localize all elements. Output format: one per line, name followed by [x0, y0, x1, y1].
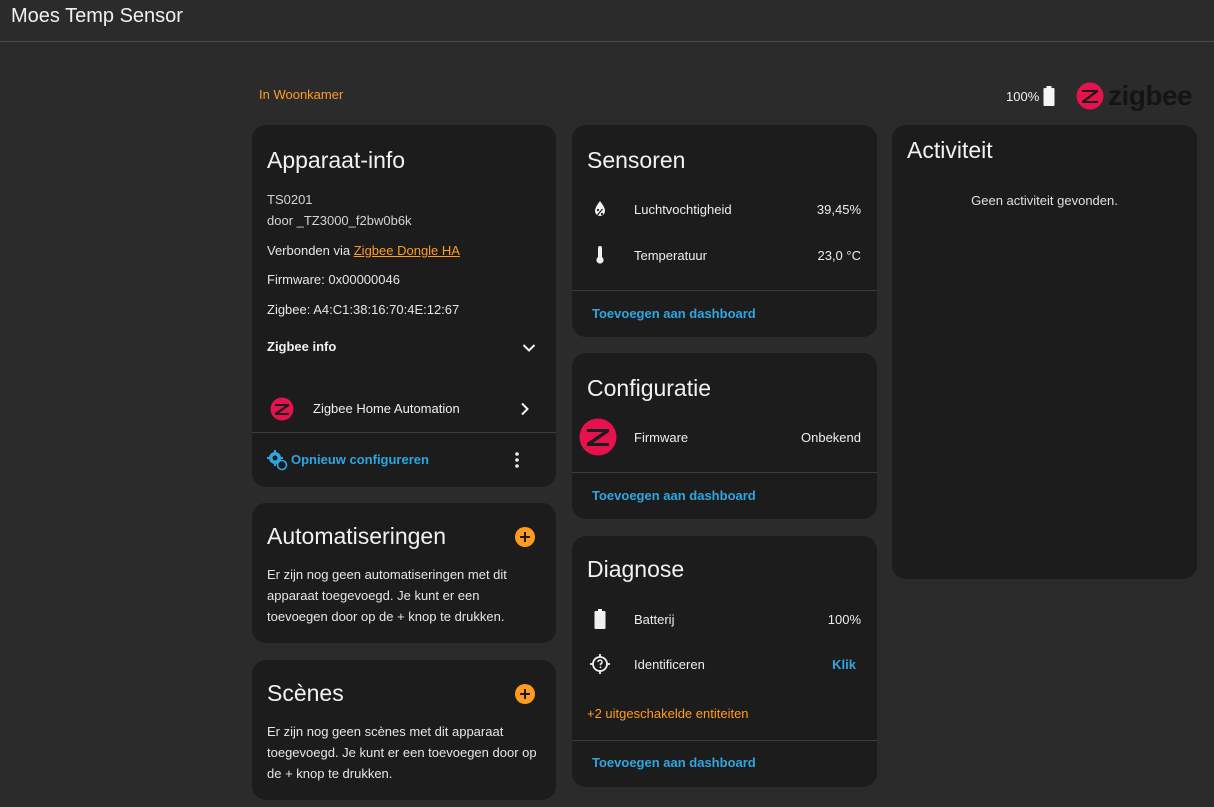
zigbee-logo-text: zigbee — [1108, 80, 1193, 111]
entity-name: Firmware — [634, 429, 689, 445]
activity-card: Activiteit Geen activiteit gevonden. — [892, 125, 1197, 579]
disabled-entities-link[interactable]: +2 uitgeschakelde entiteiten — [587, 706, 749, 721]
scenes-card: Scènes Er zijn nog geen scènes met dit a… — [252, 660, 556, 800]
entity-row-battery[interactable]: Batterij 100% — [572, 599, 877, 639]
divider — [572, 472, 877, 473]
chevron-down-icon — [522, 344, 536, 352]
connected-via-link[interactable]: Zigbee Dongle HA — [354, 243, 460, 258]
entity-row-firmware[interactable]: Firmware Onbekend — [572, 417, 877, 457]
zigbee-info-label: Zigbee info — [267, 339, 337, 354]
divider — [572, 290, 877, 291]
zigbee-icon — [270, 397, 294, 421]
zigbee-logo-icon — [1076, 82, 1104, 110]
automations-empty-text: Er zijn nog geen automatiseringen met di… — [267, 567, 507, 624]
configuration-card: Configuratie Firmware Onbekend Toevoegen… — [572, 353, 877, 519]
thermometer-icon — [596, 246, 604, 264]
add-to-dashboard-link[interactable]: Toevoegen aan dashboard — [592, 488, 756, 503]
connected-via: Verbonden via Zigbee Dongle HA — [267, 243, 460, 258]
crosshairs-question-icon — [590, 654, 610, 674]
entity-row-identify: Identificeren Klik — [572, 644, 877, 684]
entity-value: Onbekend — [801, 429, 861, 445]
entity-name: Temperatuur — [634, 247, 707, 263]
reconfigure-label: Opnieuw configureren — [291, 452, 429, 467]
top-app-bar: Moes Temp Sensor — [0, 0, 1214, 42]
battery-icon — [1043, 86, 1055, 106]
device-info-card: Apparaat-info TS0201 door _TZ3000_f2bw0b… — [252, 125, 556, 487]
divider — [572, 740, 877, 741]
water-percent-icon — [595, 201, 605, 216]
entity-row-temperature[interactable]: Temperatuur 23,0 °C — [572, 235, 877, 275]
firmware-text: Firmware: 0x00000046 — [267, 272, 400, 287]
entity-name: Identificeren — [634, 656, 705, 672]
sensors-card: Sensoren Luchtvochtigheid 39,45% Tempera… — [572, 125, 877, 337]
entity-value: 39,45% — [816, 201, 861, 217]
scenes-title: Scènes — [267, 680, 344, 706]
automations-title: Automatiseringen — [267, 523, 446, 549]
connected-via-prefix: Verbonden via — [267, 243, 354, 258]
page-title: Moes Temp Sensor — [11, 5, 183, 27]
zigbee-info-expander[interactable]: Zigbee info — [252, 333, 556, 363]
activity-title: Activiteit — [907, 137, 993, 163]
entity-name: Luchtvochtigheid — [634, 201, 732, 217]
device-model: TS0201 — [267, 192, 313, 207]
divider — [252, 432, 556, 433]
entity-value: 100% — [827, 611, 861, 627]
device-info-title: Apparaat-info — [267, 147, 406, 173]
configuration-title: Configuratie — [587, 375, 712, 401]
zigbee-address: Zigbee: A4:C1:38:16:70:4E:12:67 — [267, 302, 460, 317]
battery-icon — [594, 609, 606, 629]
automations-card: Automatiseringen Er zijn nog geen automa… — [252, 503, 556, 643]
entity-value: 23,0 °C — [817, 247, 861, 263]
sensors-title: Sensoren — [587, 147, 686, 173]
diagnostics-card: Diagnose Batterij 100% Identificeren Kli… — [572, 536, 877, 787]
identify-button[interactable]: Klik — [832, 657, 856, 672]
more-vertical-icon[interactable] — [514, 451, 520, 469]
integration-row[interactable]: Zigbee Home Automation — [252, 393, 556, 425]
add-to-dashboard-link[interactable]: Toevoegen aan dashboard — [592, 755, 756, 770]
device-manufacturer: door _TZ3000_f2bw0b6k — [267, 213, 412, 228]
add-scene-button[interactable] — [515, 684, 535, 704]
scenes-empty-text: Er zijn nog geen scènes met dit apparaat… — [267, 724, 537, 781]
entity-row-humidity[interactable]: Luchtvochtigheid 39,45% — [572, 189, 877, 229]
chevron-right-icon — [521, 402, 529, 416]
zigbee-icon — [579, 418, 617, 456]
cog-refresh-icon — [267, 450, 288, 471]
reconfigure-button[interactable]: Opnieuw configureren — [264, 447, 464, 473]
add-to-dashboard-link[interactable]: Toevoegen aan dashboard — [592, 306, 756, 321]
battery-status: 100% — [1006, 86, 1055, 106]
entity-name: Batterij — [634, 611, 675, 627]
activity-empty-text: Geen activiteit gevonden. — [971, 193, 1118, 208]
add-automation-button[interactable] — [515, 527, 535, 547]
integration-label: Zigbee Home Automation — [313, 401, 460, 416]
area-link[interactable]: In Woonkamer — [259, 87, 343, 102]
zigbee-logo: zigbee — [1076, 80, 1193, 112]
diagnostics-title: Diagnose — [587, 556, 685, 582]
battery-level-text: 100% — [1006, 88, 1040, 104]
